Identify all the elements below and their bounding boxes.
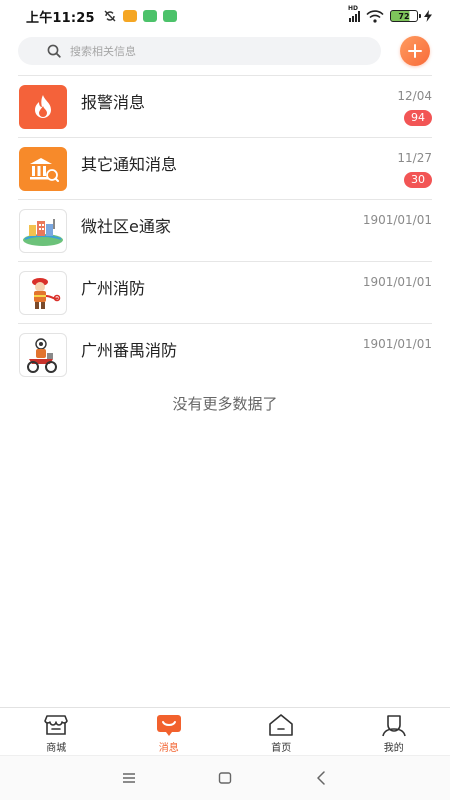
unread-badge: 30	[404, 172, 432, 188]
wechat-app-icon	[142, 10, 157, 22]
menu-icon	[123, 773, 135, 783]
nav-label: 消息	[158, 743, 179, 754]
notice-avatar	[19, 147, 67, 191]
sync-off-icon	[104, 10, 116, 22]
home-button[interactable]	[217, 770, 233, 786]
alarm-avatar	[19, 85, 67, 129]
plus-icon	[408, 44, 422, 58]
profile-icon	[381, 715, 406, 737]
message-date: 12/04	[397, 89, 432, 103]
nav-tab-store[interactable]: 商城	[0, 708, 113, 756]
charging-icon	[424, 10, 432, 22]
search-input[interactable]	[70, 44, 330, 58]
network-type-label: HD	[348, 5, 359, 12]
nav-tab-home[interactable]: 首页	[225, 708, 338, 756]
guangzhou-fire-avatar	[19, 271, 67, 315]
nav-label: 首页	[271, 743, 292, 754]
system-nav-bar	[0, 755, 450, 800]
search-icon	[47, 44, 61, 58]
back-button[interactable]	[313, 770, 329, 786]
menu-button[interactable]	[121, 770, 137, 786]
wifi-icon	[366, 9, 384, 23]
message-date: 1901/01/01	[362, 275, 432, 289]
message-title: 广州番禺消防	[81, 341, 178, 360]
message-title: 其它通知消息	[81, 155, 178, 174]
status-time: 上午11:25	[26, 10, 95, 26]
community-avatar	[19, 209, 67, 253]
fire-icon	[35, 95, 51, 118]
message-date: 1901/01/01	[362, 337, 432, 351]
message-title: 广州消防	[81, 279, 146, 298]
firefighter-icon	[32, 278, 61, 309]
home-icon	[269, 714, 294, 736]
back-icon	[317, 771, 325, 785]
message-item-guangzhou-fire[interactable]: 广州消防 1901/01/01	[18, 261, 432, 323]
bottom-nav: 商城 消息 首页 我的	[0, 707, 450, 755]
status-bar: 上午11:25 HD 72	[0, 0, 450, 32]
search-row	[18, 36, 432, 66]
bank-notice-icon	[30, 158, 59, 182]
status-right-icons: HD 72	[348, 5, 432, 23]
signal-icon: HD	[348, 5, 360, 22]
mail-app-icon	[122, 10, 137, 22]
no-more-data-text: 没有更多数据了	[172, 395, 278, 413]
status-notification-icons	[103, 9, 177, 23]
nav-label: 我的	[383, 743, 404, 754]
message-title: 报警消息	[81, 93, 146, 112]
panyu-fire-avatar	[19, 333, 67, 377]
message-title: 微社区e通家	[81, 217, 171, 236]
firefighter-bike-icon	[27, 338, 57, 373]
square-home-icon	[218, 772, 232, 784]
message-item-other-notice[interactable]: 其它通知消息 11/27 30	[18, 137, 432, 199]
unread-badge: 94	[404, 110, 432, 126]
add-button[interactable]	[400, 36, 430, 66]
message-item-alarm[interactable]: 报警消息 12/04 94	[18, 75, 432, 137]
message-list: 报警消息 12/04 94 其它通知消息 11/27 30 微社区e通家 190…	[18, 75, 432, 385]
message-icon	[156, 715, 181, 736]
nav-tab-profile[interactable]: 我的	[338, 708, 450, 756]
search-bar[interactable]	[18, 37, 381, 65]
community-icon	[23, 219, 63, 246]
nav-label: 商城	[46, 743, 67, 754]
message-item-panyu-fire[interactable]: 广州番禺消防 1901/01/01	[18, 323, 432, 385]
nav-tab-messages[interactable]: 消息	[113, 708, 226, 756]
message-date: 11/27	[397, 151, 432, 165]
message-date: 1901/01/01	[362, 213, 432, 227]
battery-icon: 72	[390, 10, 421, 22]
message-item-community[interactable]: 微社区e通家 1901/01/01	[18, 199, 432, 261]
wechat-app-icon-2	[162, 10, 177, 22]
store-icon	[44, 715, 69, 735]
